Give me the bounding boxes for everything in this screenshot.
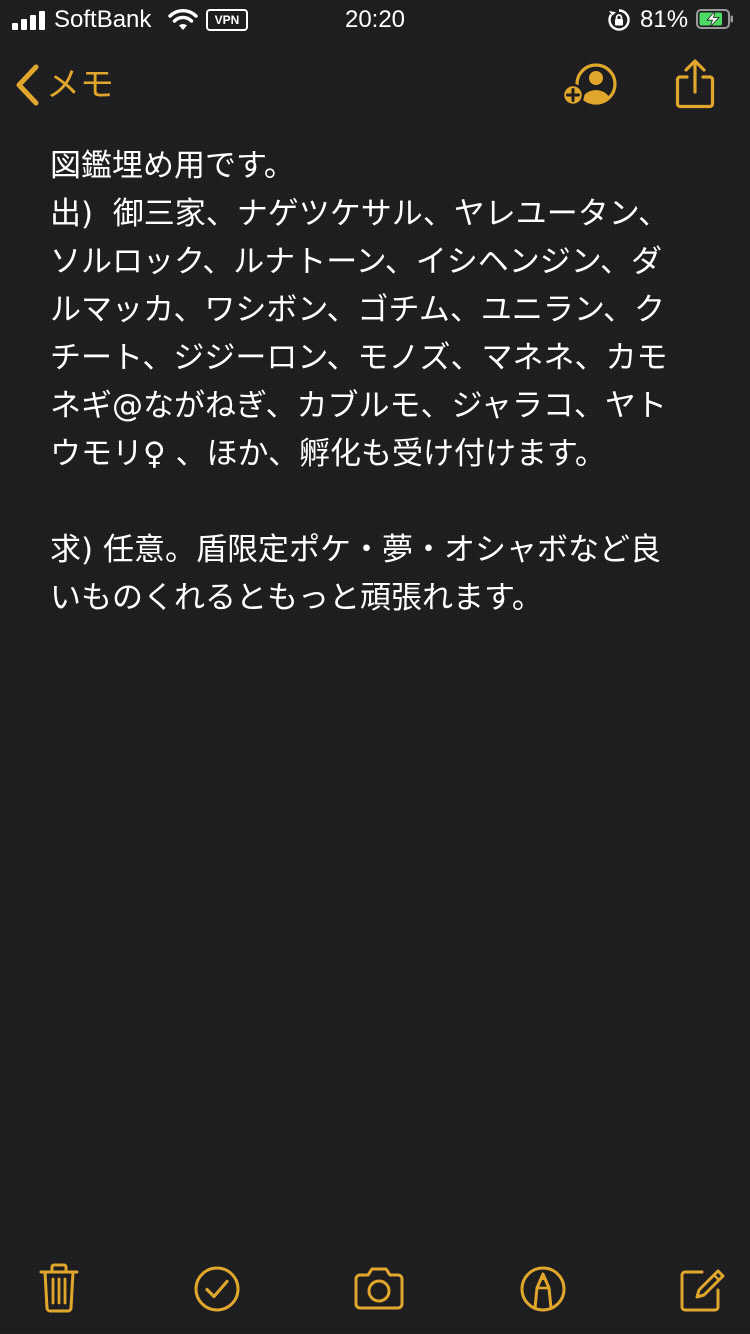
compose-button[interactable] — [676, 1260, 726, 1316]
markup-pen-icon — [520, 1266, 566, 1312]
note-line: チート、ジジーロン、モノズ、マネネ、カモ — [50, 340, 668, 376]
back-button-label: メモ — [46, 65, 114, 105]
camera-button[interactable] — [350, 1260, 408, 1316]
add-person-icon[interactable] — [560, 62, 618, 110]
note-line-blank — [50, 478, 710, 526]
checklist-icon — [194, 1266, 240, 1312]
bottom-toolbar — [0, 1260, 750, 1320]
status-bar: SoftBank VPN 20:20 81% — [0, 0, 750, 40]
back-button[interactable]: メモ — [14, 60, 114, 110]
orientation-lock-icon — [608, 9, 630, 31]
note-line: 求) 任意。盾限定ポケ・夢・オシャボなど良 — [50, 532, 661, 568]
checklist-button[interactable] — [192, 1260, 242, 1316]
markup-button[interactable] — [518, 1260, 568, 1316]
share-icon[interactable] — [672, 58, 718, 110]
note-line: いものくれるともっと頑張れます。 — [50, 580, 543, 616]
note-line: ルマッカ、ワシボン、ゴチム、ユニラン、ク — [50, 292, 666, 328]
note-line: ウモリ♀ 、ほか、孵化も受け付けます。 — [50, 436, 606, 472]
note-line: ネギ@ながねぎ、カブルモ、ジャラコ、ヤト — [50, 388, 667, 424]
battery-charging-icon — [696, 9, 733, 29]
note-line: 図鑑埋め用です。 — [50, 148, 295, 184]
chevron-left-icon — [16, 64, 39, 106]
note-line: ソルロック、ルナトーン、イシヘンジン、ダ — [50, 244, 662, 280]
compose-icon — [680, 1269, 725, 1312]
camera-icon — [354, 1267, 404, 1310]
delete-button[interactable] — [34, 1260, 84, 1316]
clock: 20:20 — [344, 6, 406, 33]
note-text-area[interactable]: 図鑑埋め用です。 出) 御三家、ナゲツケサル、ヤレユータン、 ソルロック、ルナト… — [50, 142, 710, 622]
trash-icon — [39, 1263, 79, 1313]
note-line: 出) 御三家、ナゲツケサル、ヤレユータン、 — [50, 196, 669, 232]
battery-percent: 81% — [640, 6, 689, 33]
